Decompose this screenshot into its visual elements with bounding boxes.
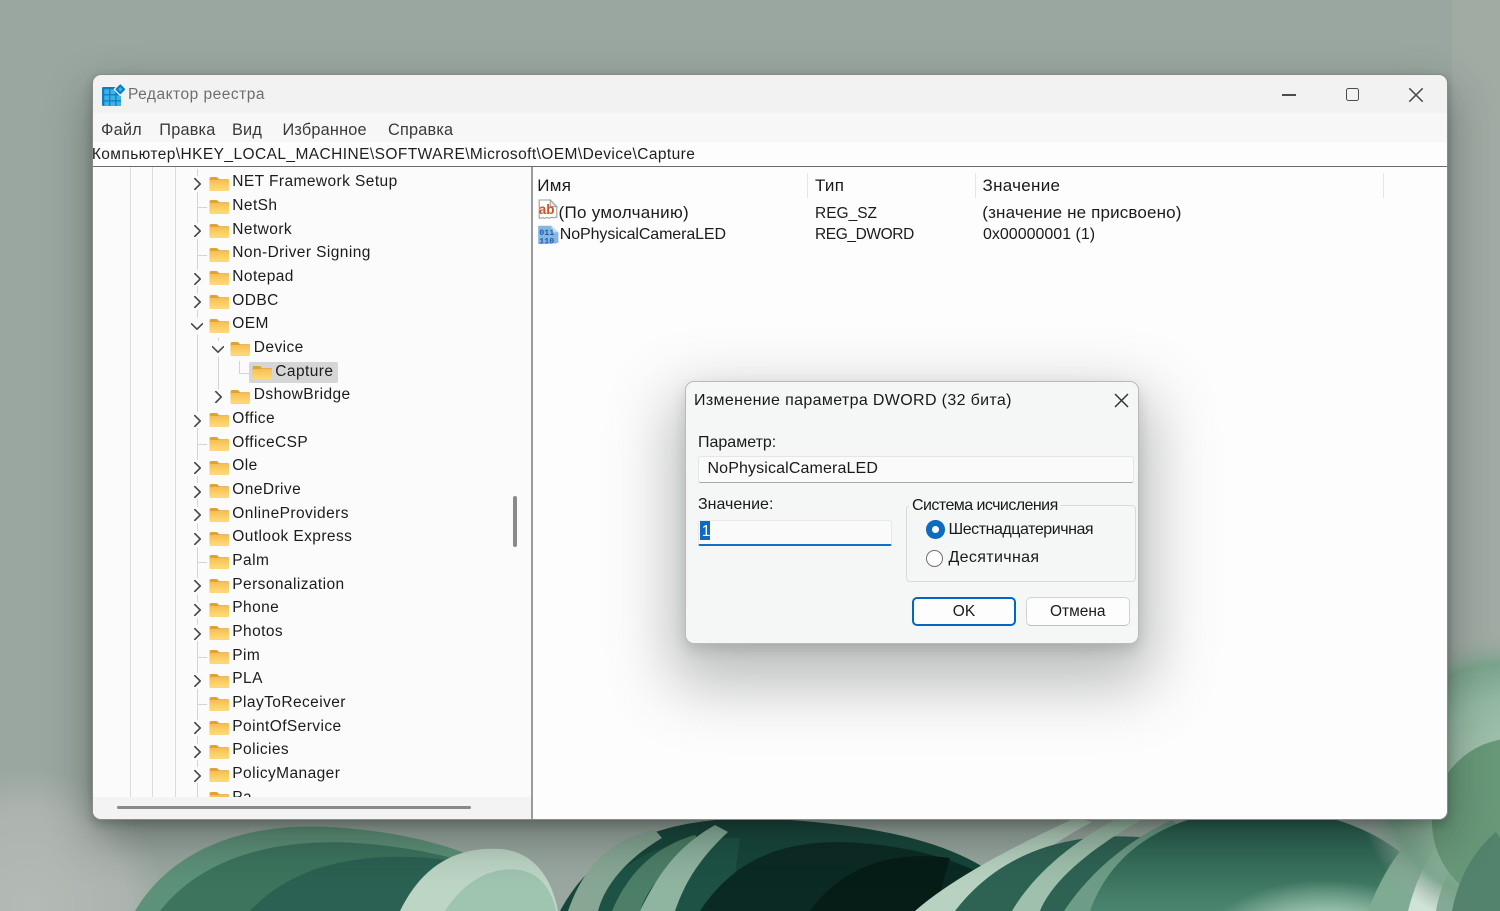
svg-text:ab: ab bbox=[539, 202, 555, 217]
svg-text:110: 110 bbox=[539, 236, 554, 246]
